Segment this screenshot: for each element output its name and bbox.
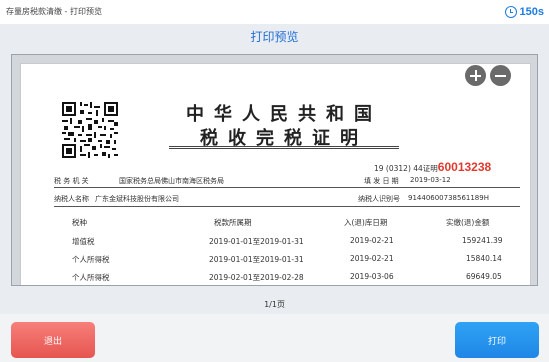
taxpayer-name-label: 纳税人名称 [54,195,89,203]
column-header-tax-type: 税种 [72,218,87,227]
certificate-title-line1: 中华人民共和国 [186,104,382,125]
table-cell: 个人所得税 [72,255,110,264]
minus-circle-icon[interactable] [490,65,511,86]
top-bar: 存量房税款清缴 - 打印预览 150s [0,0,549,24]
table-cell: 增值税 [72,237,95,246]
taxpayer-id-label: 纳税人识别号 [358,195,400,203]
plus-circle-icon[interactable] [465,65,486,86]
taxpayer-id-value: 91440600738561189H [408,194,489,202]
breadcrumb: 存量房税款清缴 - 打印预览 [6,7,102,16]
tax-certificate-document: 中华人民共和国 税收完税证明 19 (0312) 44证明60013238 税 … [20,63,531,285]
table-cell: 2019-02-01至2019-02-28 [209,273,304,282]
table-cell: 159241.39 [462,236,503,245]
taxpayer-name-value: 广东金斌科技股份有限公司 [95,195,179,203]
table-cell: 2019-02-21 [350,236,394,245]
title-underline-2 [169,148,399,149]
countdown-timer: 150s [504,4,544,20]
divider [54,206,520,207]
column-header-storage-date: 入(退)库日期 [344,218,388,227]
divider [54,187,520,188]
page-title: 打印预览 [250,30,299,44]
clock-icon [504,6,517,18]
countdown-text: 150s [519,6,544,18]
qr-code [62,102,118,158]
table-cell: 2019-02-21 [350,254,394,263]
print-preview-area[interactable]: 中华人民共和国 税收完税证明 19 (0312) 44证明60013238 税 … [11,54,538,286]
table-cell: 2019-01-01至2019-01-31 [209,237,304,246]
certificate-number-value: 60013238 [437,160,492,174]
tax-office-label: 税 务 机 关 [54,177,89,185]
issue-date-label: 填 发 日 期 [364,177,399,185]
page-indicator: 1/1页 [264,300,285,309]
exit-button[interactable]: 退出 [11,322,95,358]
certificate-prefix: 19 (0312) 44证明 [374,164,438,173]
tax-office-value: 国家税务总局佛山市南海区税务局 [119,177,224,185]
column-header-tax-period: 税款所属期 [214,218,252,227]
print-button[interactable]: 打印 [455,322,539,358]
table-cell: 2019-03-06 [350,272,394,281]
table-cell: 15840.14 [466,254,502,263]
table-cell: 个人所得税 [72,273,110,282]
column-header-amount: 实缴(退)金额 [446,218,490,227]
issue-date-value: 2019-03-12 [410,176,451,184]
table-cell: 2019-01-01至2019-01-31 [209,255,304,264]
certificate-number: 19 (0312) 44证明60013238 [374,160,491,174]
table-cell: 69649.05 [466,272,502,281]
title-underline [169,146,399,147]
